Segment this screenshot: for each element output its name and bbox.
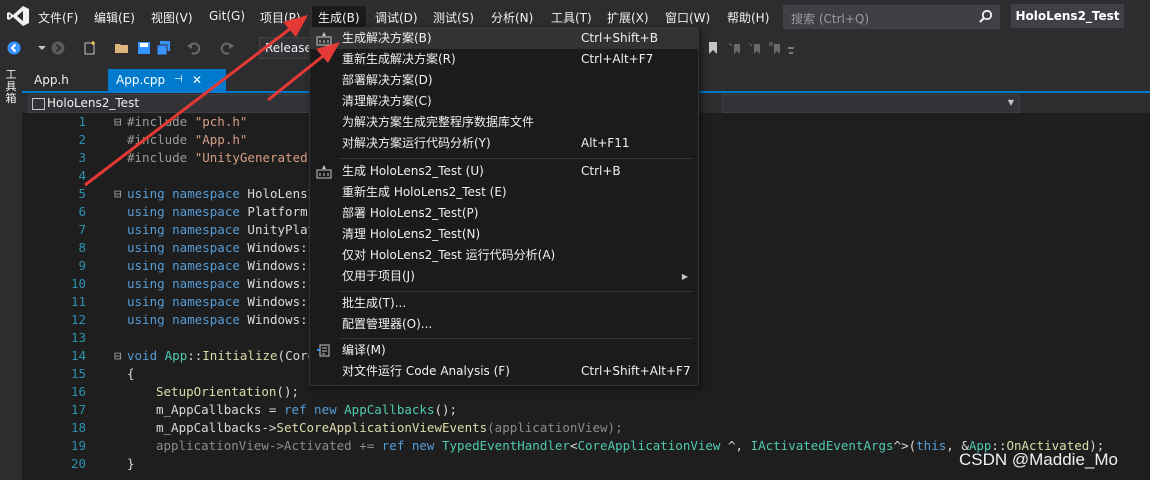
redo-icon[interactable]: [219, 40, 235, 56]
open-folder-icon[interactable]: [114, 40, 130, 56]
menu-item-deploy-solution[interactable]: 部署解决方案(D): [310, 70, 698, 91]
project-icon: [32, 98, 45, 110]
menu-separator: [338, 291, 694, 292]
menu-test[interactable]: 测试(S): [433, 9, 474, 26]
tab-app-cpp[interactable]: App.cpp ⊣ ✕: [108, 69, 226, 91]
member-select[interactable]: ▼: [722, 94, 1020, 113]
search-input[interactable]: 搜索 (Ctrl+Q): [783, 5, 1000, 29]
menu-extensions[interactable]: 扩展(X): [607, 9, 649, 26]
forward-icon[interactable]: [50, 40, 66, 56]
menu-item-generate-pdb[interactable]: 为解决方案生成完整程序数据库文件: [310, 112, 698, 133]
code-line: 17 m_AppCallbacks = ref new AppCallbacks(…: [70, 402, 458, 417]
chevron-down-icon: ▼: [1007, 98, 1014, 107]
prev-bookmark-icon[interactable]: [728, 40, 744, 56]
menu-tools[interactable]: 工具(T): [551, 9, 592, 26]
menu-item-clean-project[interactable]: 清理 HoloLens2_Test(N): [310, 224, 698, 245]
menu-item-deploy-project[interactable]: 部署 HoloLens2_Test(P): [310, 203, 698, 224]
menu-window[interactable]: 窗口(W): [665, 9, 710, 26]
visual-studio-logo-icon[interactable]: [6, 5, 30, 27]
tab-label: App.cpp: [116, 73, 166, 87]
build-icon: [316, 32, 332, 46]
next-bookmark-icon[interactable]: [748, 40, 764, 56]
bookmark-icon[interactable]: [705, 40, 721, 56]
menu-git[interactable]: Git(G): [209, 9, 245, 23]
menu-separator: [338, 338, 694, 339]
new-item-icon[interactable]: [82, 40, 98, 56]
menu-item-rebuild-solution[interactable]: 重新生成解决方案(R) Ctrl+Alt+F7: [310, 49, 698, 70]
menu-item-compile[interactable]: 编译(M): [310, 340, 698, 361]
menu-debug[interactable]: 调试(D): [375, 9, 418, 26]
submenu-arrow-icon: ▶: [681, 272, 688, 281]
menu-item-run-code-analysis-project[interactable]: 仅对 HoloLens2_Test 运行代码分析(A): [310, 245, 698, 266]
toolbox-sidebar: 工具箱: [0, 63, 22, 480]
menu-item-project-only[interactable]: 仅用于项目(J) ▶: [310, 266, 698, 287]
undo-icon[interactable]: [186, 40, 202, 56]
menu-file[interactable]: 文件(F): [38, 9, 78, 26]
menu-separator: [338, 158, 694, 159]
menu-item-batch-build[interactable]: 批生成(T)...: [310, 293, 698, 314]
menu-item-run-code-analysis-file[interactable]: 对文件运行 Code Analysis (F) Ctrl+Shift+Alt+F…: [310, 361, 698, 382]
menu-item-clean-solution[interactable]: 清理解决方案(C): [310, 91, 698, 112]
project-scope-label: HoloLens2_Test: [47, 96, 140, 110]
clear-bookmarks-icon[interactable]: [768, 40, 784, 56]
menu-edit[interactable]: 编辑(E): [94, 9, 135, 26]
menu-item-build-solution[interactable]: 生成解决方案(B) Ctrl+Shift+B: [310, 28, 698, 49]
save-all-icon[interactable]: [156, 40, 172, 56]
fold-toggle-icon[interactable]: ⊟: [114, 185, 122, 203]
menu-project[interactable]: 项目(P): [260, 9, 301, 26]
pin-icon[interactable]: ⊣: [174, 69, 183, 91]
menu-item-configuration-manager[interactable]: 配置管理器(O)...: [310, 314, 698, 335]
save-icon[interactable]: [136, 40, 152, 56]
back-icon[interactable]: [6, 40, 22, 56]
build-menu-dropdown: 生成解决方案(B) Ctrl+Shift+B 重新生成解决方案(R) Ctrl+…: [309, 27, 699, 386]
toolbar-overflow-icon[interactable]: [786, 43, 802, 59]
toolbox-tab[interactable]: 工具箱: [4, 69, 18, 105]
build-icon: [316, 165, 332, 179]
menu-view[interactable]: 视图(V): [151, 9, 193, 26]
search-icon[interactable]: [979, 9, 993, 23]
menu-item-build-project[interactable]: 生成 HoloLens2_Test (U) Ctrl+B: [310, 161, 698, 182]
menu-item-run-code-analysis-solution[interactable]: 对解决方案运行代码分析(Y) Alt+F11: [310, 133, 698, 154]
code-line: 18 m_AppCallbacks->SetCoreApplicationView…: [70, 420, 623, 435]
fold-toggle-icon[interactable]: ⊟: [114, 347, 122, 365]
compile-icon: [317, 344, 330, 357]
tab-label: App.h: [34, 73, 69, 87]
fold-toggle-icon[interactable]: ⊟: [114, 113, 122, 131]
watermark: CSDN @Maddie_Mo: [959, 450, 1118, 469]
project-scope-select[interactable]: HoloLens2_Test: [28, 94, 318, 113]
menu-analyze[interactable]: 分析(N): [491, 9, 533, 26]
back-dropdown-icon[interactable]: [34, 40, 50, 56]
tab-app-h[interactable]: App.h: [26, 69, 77, 91]
solution-name-badge[interactable]: HoloLens2_Test: [1011, 4, 1124, 28]
menu-item-rebuild-project[interactable]: 重新生成 HoloLens2_Test (E): [310, 182, 698, 203]
search-placeholder: 搜索 (Ctrl+Q): [791, 12, 870, 26]
close-icon[interactable]: ✕: [192, 69, 202, 91]
menu-help[interactable]: 帮助(H): [727, 9, 769, 26]
